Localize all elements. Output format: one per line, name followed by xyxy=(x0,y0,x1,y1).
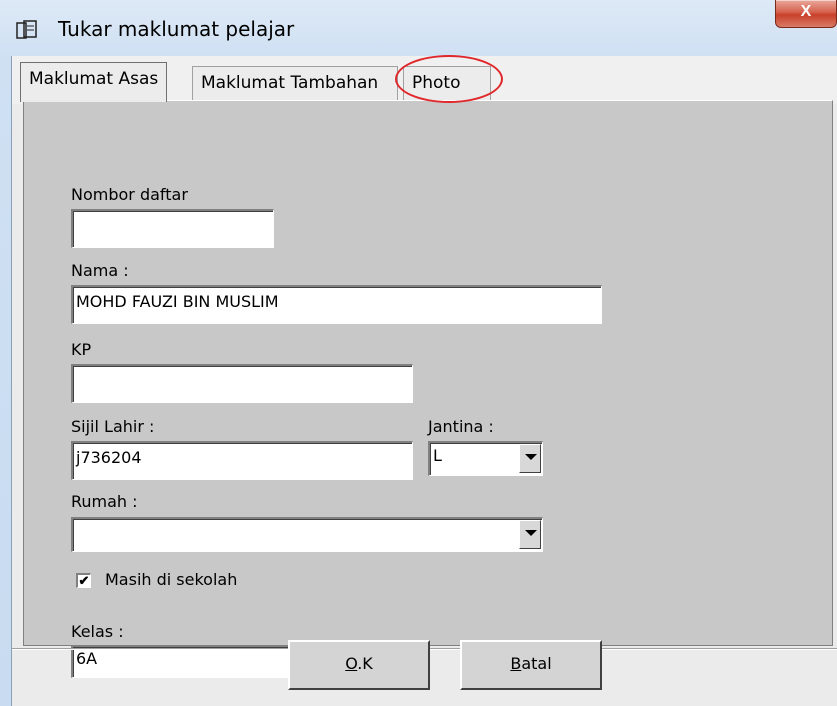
photo-tab-highlight-annotation xyxy=(395,55,503,103)
sijil-lahir-input[interactable]: j736204 xyxy=(71,441,413,480)
jantina-value: L xyxy=(433,446,442,465)
nombor-daftar-input[interactable] xyxy=(71,209,274,248)
jantina-select[interactable]: L xyxy=(428,441,543,476)
ok-mnemonic: O xyxy=(345,654,358,673)
tab-panel-maklumat-asas: Nombor daftar Nama : MOHD FAUZI BIN MUSL… xyxy=(23,100,833,678)
nama-input[interactable]: MOHD FAUZI BIN MUSLIM xyxy=(71,285,602,324)
nama-label: Nama : xyxy=(71,261,129,280)
jantina-label: Jantina : xyxy=(428,417,494,436)
tab-maklumat-tambahan[interactable]: Maklumat Tambahan xyxy=(192,66,398,100)
batal-mnemonic: B xyxy=(510,654,522,673)
chevron-down-icon xyxy=(525,454,537,460)
tab-label: Maklumat Asas xyxy=(29,69,159,89)
tab-label: Maklumat Tambahan xyxy=(201,73,379,93)
rumah-dropdown-button[interactable] xyxy=(519,520,541,549)
title-bar[interactable]: Tukar maklumat pelajar X xyxy=(0,0,837,56)
close-button[interactable]: X xyxy=(775,0,837,28)
dialog-window: Tukar maklumat pelajar X Maklumat Asas M… xyxy=(0,0,837,706)
app-icon xyxy=(16,20,37,39)
jantina-dropdown-button[interactable] xyxy=(519,444,541,473)
window-title: Tukar maklumat pelajar xyxy=(58,17,295,41)
batal-button[interactable]: Batal xyxy=(460,640,602,690)
batal-label: atal xyxy=(521,654,552,673)
ok-button[interactable]: O.K xyxy=(288,640,430,690)
kelas-label: Kelas : xyxy=(71,622,124,641)
check-icon: ✔ xyxy=(78,573,90,588)
masih-di-sekolah-checkbox[interactable]: ✔ xyxy=(76,573,91,588)
masih-di-sekolah-label: Masih di sekolah xyxy=(105,570,238,589)
sijil-lahir-label: Sijil Lahir : xyxy=(71,417,155,436)
rumah-label: Rumah : xyxy=(71,492,138,511)
close-icon: X xyxy=(800,3,812,20)
chevron-down-icon xyxy=(525,530,537,536)
kelas-value: 6A xyxy=(76,649,98,668)
dialog-client-area: Maklumat Asas Maklumat Tambahan Photo No… xyxy=(11,56,837,706)
kp-label: KP xyxy=(71,340,92,359)
kp-input[interactable] xyxy=(71,364,413,403)
ok-label: .K xyxy=(357,654,373,673)
nombor-daftar-label: Nombor daftar xyxy=(71,185,188,204)
tab-maklumat-asas[interactable]: Maklumat Asas xyxy=(20,62,168,102)
rumah-select[interactable] xyxy=(71,517,543,552)
